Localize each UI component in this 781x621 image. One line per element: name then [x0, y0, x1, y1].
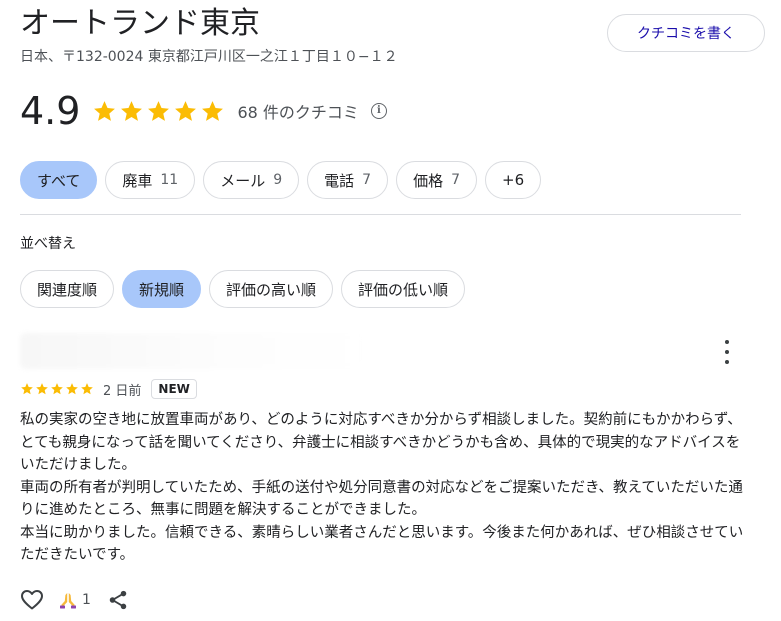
filter-chip[interactable]: 価格 7 — [396, 161, 478, 199]
write-review-button[interactable]: クチコミを書く — [607, 14, 765, 52]
filter-chip[interactable]: すべて — [20, 161, 98, 199]
review-meta: 2 日前 NEW — [20, 378, 197, 400]
filter-chip-count: 7 — [362, 172, 372, 188]
star-icon — [36, 383, 48, 395]
review-paragraph: 私の実家の空き地に放置車両があり、どのように対応すべきか分からず相談しました。契… — [20, 412, 742, 473]
review-text: 私の実家の空き地に放置車両があり、どのように対応すべきか分からず相談しました。契… — [20, 409, 745, 567]
filter-chip[interactable]: 廃車 11 — [105, 161, 196, 199]
reviews-panel: オートランド東京 日本、〒132-0024 東京都江戸川区一之江１丁目１０−１２… — [0, 0, 781, 621]
sort-option[interactable]: 関連度順 — [20, 270, 115, 308]
star-icon — [81, 383, 93, 395]
sort-option[interactable]: 評価の低い順 — [341, 270, 466, 308]
review-actions: 1 — [20, 586, 129, 614]
sort-options: 関連度順 新規順 評価の高い順 評価の低い順 — [20, 270, 466, 308]
rating-value: 4.9 — [20, 89, 81, 133]
star-icon — [202, 100, 224, 121]
review-paragraph: 車両の所有者が判明していたため、手紙の送付や処分同意書の対応などをご提案いただき… — [20, 479, 743, 519]
review-paragraph: 本当に助かりました。信頼できる、素晴らしい業者さんだと思います。今後また何かあれ… — [20, 524, 744, 564]
filter-chip-label: 価格 — [413, 171, 444, 190]
rating-summary: 4.9 68 件のクチコミ i — [20, 86, 387, 136]
filter-chip-label: 廃車 — [122, 171, 153, 190]
star-icon — [148, 100, 170, 121]
filter-chip-label: +6 — [502, 171, 525, 189]
filter-chip-label: すべて — [37, 171, 81, 190]
sort-label: 並べ替え — [20, 236, 76, 252]
review-topic-filters: すべて 廃車 11 メール 9 電話 7 価格 7 +6 — [20, 161, 542, 199]
star-icon — [94, 100, 116, 121]
star-icon — [21, 383, 33, 395]
heart-icon[interactable] — [20, 588, 44, 612]
star-icon — [121, 100, 143, 121]
star-icon — [66, 383, 78, 395]
sort-option[interactable]: 評価の高い順 — [209, 270, 334, 308]
divider — [20, 214, 741, 215]
star-icon — [175, 100, 197, 121]
rating-stars — [92, 99, 225, 124]
filter-chip-count: 9 — [273, 172, 283, 188]
new-badge: NEW — [151, 379, 197, 399]
filter-chip-label: 電話 — [324, 171, 355, 190]
filter-chip[interactable]: メール 9 — [203, 161, 300, 199]
business-name: オートランド東京 — [20, 6, 260, 41]
more-vert-icon[interactable] — [718, 340, 736, 364]
star-icon — [51, 383, 63, 395]
filter-chip-count: 11 — [160, 172, 179, 188]
reaction-count: 1 — [82, 592, 91, 608]
praying-hands-icon — [60, 593, 76, 609]
business-address: 日本、〒132-0024 東京都江戸川区一之江１丁目１０−１２ — [20, 49, 398, 65]
reaction-button[interactable]: 1 — [58, 590, 91, 610]
filter-chip[interactable]: +6 — [485, 161, 542, 199]
review-date: 2 日前 — [103, 383, 142, 399]
review-count: 68 件のクチコミ — [237, 103, 359, 122]
filter-chip-label: メール — [220, 171, 266, 190]
review-stars — [20, 382, 94, 396]
sort-option[interactable]: 新規順 — [122, 270, 202, 308]
share-icon[interactable] — [107, 589, 129, 611]
reviewer-info-redacted — [20, 333, 365, 369]
filter-chip-count: 7 — [451, 172, 461, 188]
info-icon[interactable]: i — [370, 103, 387, 119]
filter-chip[interactable]: 電話 7 — [307, 161, 389, 199]
